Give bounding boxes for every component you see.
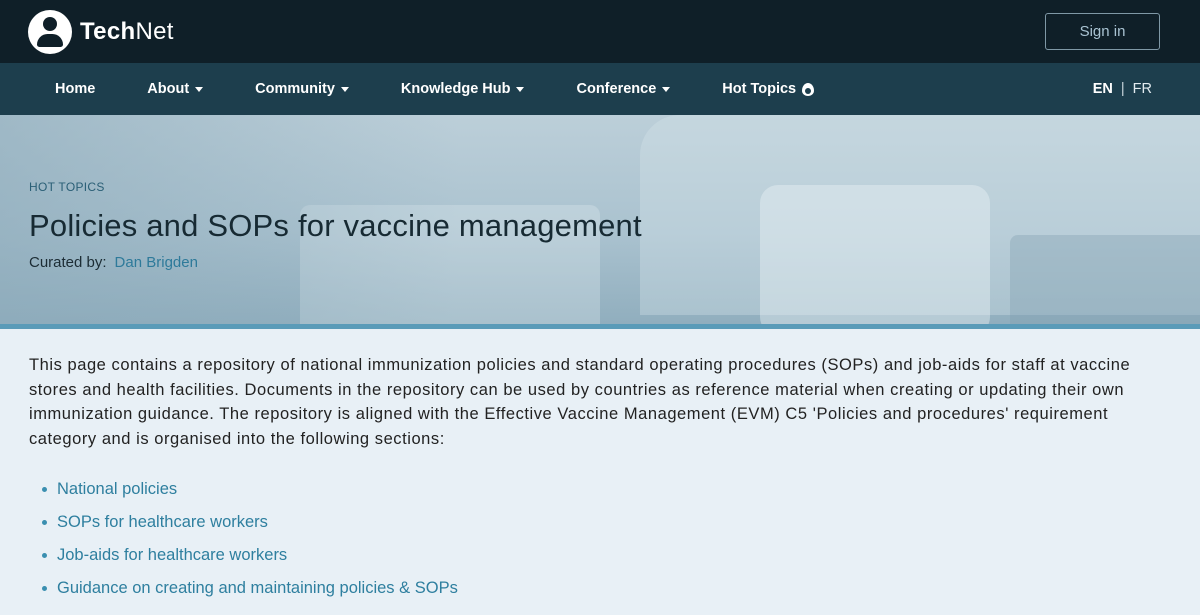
nav-item-about[interactable]: About bbox=[147, 81, 204, 97]
nav-item-knowledge-hub[interactable]: Knowledge Hub bbox=[401, 81, 525, 97]
section-link-job-aids[interactable]: Job-aids for healthcare workers bbox=[57, 546, 287, 565]
caret-down-icon bbox=[195, 86, 204, 92]
caret-down-icon bbox=[662, 86, 671, 92]
nav-label: Hot Topics bbox=[722, 81, 797, 97]
bullet-icon bbox=[42, 520, 47, 525]
top-bar: TechNet Sign in bbox=[0, 0, 1200, 63]
curated-label: Curated by: bbox=[29, 254, 107, 271]
intro-paragraph: This page contains a repository of natio… bbox=[29, 356, 1131, 448]
list-item: National policies bbox=[42, 473, 1171, 506]
bullet-icon bbox=[42, 487, 47, 492]
nav-label: Home bbox=[55, 81, 96, 97]
lang-separator: | bbox=[1120, 81, 1125, 97]
language-switcher: EN | FR bbox=[1093, 81, 1152, 97]
breadcrumb-hot-topics[interactable]: HOT TOPICS bbox=[29, 180, 105, 194]
brand-name: TechNet bbox=[80, 17, 174, 45]
hero-divider bbox=[0, 324, 1200, 329]
nav-label: About bbox=[147, 81, 190, 97]
lang-fr-link[interactable]: FR bbox=[1133, 81, 1152, 97]
bullet-icon bbox=[42, 553, 47, 558]
nav-item-conference[interactable]: Conference bbox=[576, 81, 671, 97]
list-item: Guidance on creating and maintaining pol… bbox=[42, 572, 1171, 605]
nav-item-home[interactable]: Home bbox=[55, 81, 95, 97]
section-link-sops[interactable]: SOPs for healthcare workers bbox=[57, 513, 268, 532]
hero-background-shape bbox=[760, 185, 990, 329]
list-item: SOPs for healthcare workers bbox=[42, 506, 1171, 539]
nav-label: Conference bbox=[576, 81, 657, 97]
section-link-national-policies[interactable]: National policies bbox=[57, 480, 177, 499]
brand-logo[interactable]: TechNet bbox=[28, 9, 174, 54]
page-title: Policies and SOPs for vaccine management bbox=[29, 208, 642, 243]
hero-banner: HOT TOPICS Policies and SOPs for vaccine… bbox=[0, 115, 1200, 329]
list-item: Job-aids for healthcare workers bbox=[42, 539, 1171, 572]
hero-background-shape bbox=[1010, 235, 1200, 329]
main-nav: Home About Community Knowledge Hub Confe… bbox=[0, 63, 1200, 115]
caret-down-icon bbox=[516, 86, 525, 92]
technet-logo-icon bbox=[28, 9, 72, 54]
main-content: This page contains a repository of natio… bbox=[0, 329, 1200, 605]
flame-icon bbox=[802, 82, 815, 96]
nav-item-community[interactable]: Community bbox=[255, 81, 349, 97]
sign-in-button[interactable]: Sign in bbox=[1045, 13, 1160, 50]
curator-link[interactable]: Dan Brigden bbox=[115, 254, 198, 271]
caret-down-icon bbox=[340, 86, 349, 92]
section-list: National policies SOPs for healthcare wo… bbox=[29, 473, 1171, 605]
nav-label: Community bbox=[255, 81, 335, 97]
nav-label: Knowledge Hub bbox=[400, 81, 511, 97]
section-link-guidance[interactable]: Guidance on creating and maintaining pol… bbox=[57, 579, 458, 598]
nav-item-hot-topics[interactable]: Hot Topics bbox=[722, 81, 815, 97]
lang-en-link[interactable]: EN bbox=[1093, 81, 1113, 97]
curated-by: Curated by: Dan Brigden bbox=[29, 254, 642, 271]
nav-items: Home About Community Knowledge Hub Confe… bbox=[55, 81, 866, 97]
hero-content: HOT TOPICS Policies and SOPs for vaccine… bbox=[29, 178, 642, 271]
bullet-icon bbox=[42, 586, 47, 591]
